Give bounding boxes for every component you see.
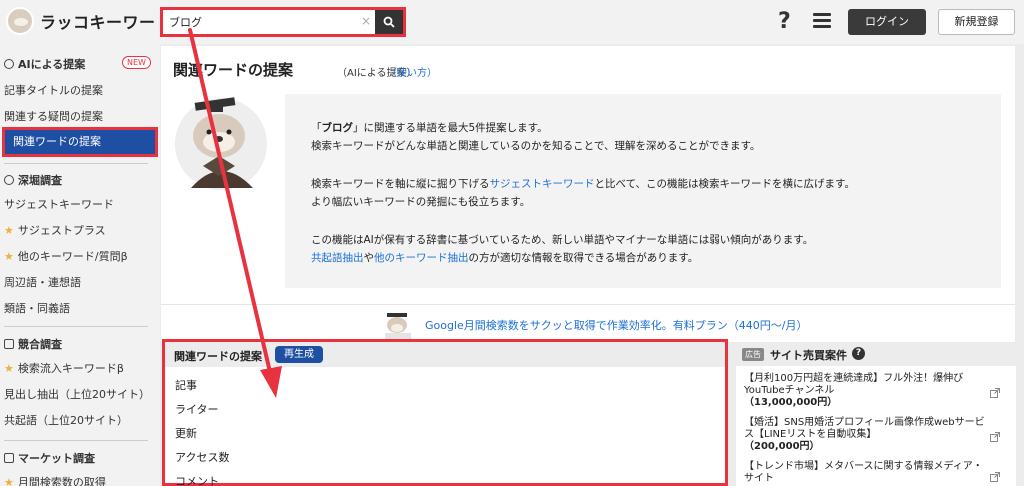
info-box: 「ブログ」に関連する単語を最大5件提案します。 検索キーワードがどんな単語と関連… [285, 94, 1001, 288]
sidebar-item-question-suggest[interactable]: 関連する疑問の提案 [4, 108, 103, 124]
promo-banner[interactable]: Google月間検索数をサクッと取得で作業効率化。有料プラン（440円〜/月） [161, 304, 1015, 342]
sidebar-section-competitor: 競合調査 [4, 336, 62, 352]
divider [4, 163, 148, 164]
sidebar-item-label: 他のキーワード/質問β [17, 250, 128, 263]
sidebar: AIによる提案 NEW 記事タイトルの提案 関連する疑問の提案 関連ワードの提案… [0, 44, 160, 486]
sale-item[interactable]: 【月利100万円超を連続達成】フル外注！爆伸びYouTubeチャンネル （13,… [744, 373, 990, 409]
related-word-item[interactable]: 記事 [175, 377, 197, 393]
main-card: 関連ワードの提案 （AIによる提案） （使い方） 「ブログ」に関連する単語を最大… [161, 46, 1015, 342]
external-link-icon[interactable] [990, 472, 1000, 482]
sidebar-section-market: マーケット調査 [4, 450, 95, 466]
regenerate-button[interactable]: 再生成 [275, 346, 323, 363]
site-sales-panel: 広告 サイト売買案件 ? 【月利100万円超を連続達成】フル外注！爆伸びYouT… [736, 342, 1016, 486]
ad-badge: 広告 [742, 348, 764, 361]
cooccurrence-link[interactable]: 共起語抽出 [311, 252, 364, 264]
sale-title: 【婚活】SNS用婚活プロフィール画像作成webサービス【LINEリストを自動収集… [744, 417, 985, 440]
search-input[interactable] [163, 10, 375, 34]
login-button[interactable]: ログイン [848, 9, 926, 35]
divider [4, 440, 148, 441]
info-line: 「ブログ」に関連する単語を最大5件提案します。 [311, 122, 548, 134]
sidebar-item-monthly-volume[interactable]: ★ 月間検索数の取得 [4, 474, 106, 486]
header: ラッコキーワード × ? ログイン 新規登録 [0, 0, 1024, 44]
magnifier-icon [4, 175, 14, 185]
section-label: 競合調査 [18, 338, 62, 351]
sidebar-item-suggest[interactable]: サジェストキーワード [4, 196, 114, 212]
otter-mascot-image [175, 97, 267, 190]
panel-header: 関連ワードの提案 再生成 [165, 342, 725, 367]
info-line: 共起語抽出や他のキーワード抽出の方が適切な情報を取得できる場合があります。 [311, 252, 699, 264]
keyword-text: ブログ [321, 122, 354, 134]
section-label: 深堀調査 [18, 174, 62, 187]
related-words-panel: 関連ワードの提案 再生成 記事 ライター 更新 アクセス数 コメント [162, 339, 728, 486]
related-word-item[interactable]: ライター [175, 401, 219, 417]
panel-title: 関連ワードの提案 [174, 350, 262, 363]
divider [4, 326, 148, 327]
robot-icon [4, 59, 14, 69]
suggest-keyword-link[interactable]: サジェストキーワード [490, 178, 595, 190]
page-title: 関連ワードの提案 [173, 61, 294, 79]
external-link-icon[interactable] [990, 388, 1000, 398]
site-logo[interactable]: ラッコキーワード [6, 6, 172, 36]
related-word-item[interactable]: 更新 [175, 425, 197, 441]
sale-item[interactable]: 【婚活】SNS用婚活プロフィール画像作成webサービス【LINEリストを自動収集… [744, 417, 990, 453]
info-line: 検索キーワードを軸に縦に掘り下げるサジェストキーワードと比べて、この機能は検索キ… [311, 178, 856, 190]
sidebar-section-ai: AIによる提案 [4, 56, 85, 72]
sidebar-item-title-suggest[interactable]: 記事タイトルの提案 [4, 82, 103, 98]
sidebar-item-suggest-plus[interactable]: ★ サジェストプラス [4, 222, 106, 238]
sidebar-item-associated[interactable]: 周辺語・連想語 [4, 274, 81, 290]
help-icon[interactable]: ? [778, 9, 791, 34]
hamburger-menu-icon[interactable] [813, 13, 831, 31]
star-icon: ★ [4, 361, 14, 375]
other-keyword-link[interactable]: 他のキーワード抽出 [374, 252, 469, 264]
logo-text: ラッコキーワード [40, 13, 173, 32]
sidebar-item-cooccurrence[interactable]: 共起語（上位20サイト） [4, 412, 128, 428]
otter-mascot-small-image [385, 313, 411, 339]
sidebar-item-related-words[interactable]: 関連ワードの提案 [2, 127, 158, 157]
sale-item[interactable]: 【トレンド市場】メタバースに関する情報メディア・サイト [744, 461, 990, 485]
info-line: この機能はAIが保有する辞書に基づいているため、新しい単語やマイナーな単語には弱… [311, 234, 814, 246]
sidebar-item-label: 検索流入キーワードβ [17, 362, 124, 375]
usage-link[interactable]: （使い方） [387, 64, 437, 79]
sale-price: （13,000,000円） [744, 397, 838, 408]
related-word-item[interactable]: アクセス数 [175, 449, 229, 465]
star-icon: ★ [4, 249, 14, 263]
new-badge: NEW [122, 56, 151, 69]
sidebar-item-synonyms[interactable]: 類語・同義語 [4, 300, 70, 316]
related-word-item[interactable]: コメント [175, 473, 219, 486]
sidebar-item-headings[interactable]: 見出し抽出（上位20サイト） [4, 386, 150, 402]
section-label: AIによる提案 [18, 58, 86, 71]
sidebar-item-other-keywords[interactable]: ★ 他のキーワード/質問β [4, 248, 128, 264]
panel-header: 広告 サイト売買案件 ? [736, 342, 1016, 366]
clear-icon[interactable]: × [361, 14, 371, 28]
sidebar-item-inflow-keywords[interactable]: ★ 検索流入キーワードβ [4, 360, 124, 376]
search-box: × [160, 7, 406, 37]
external-link-icon[interactable] [990, 432, 1000, 442]
chart-icon [4, 453, 14, 463]
sidebar-item-label: 月間検索数の取得 [17, 476, 106, 486]
info-line: より幅広いキーワードの発掘にも役立ちます。 [311, 196, 531, 208]
sidebar-section-deep: 深堀調査 [4, 172, 62, 188]
section-label: マーケット調査 [18, 452, 95, 465]
help-icon[interactable]: ? [852, 347, 865, 360]
sale-price: （200,000円） [744, 441, 820, 452]
search-button[interactable] [375, 10, 403, 34]
info-line: 検索キーワードがどんな単語と関連しているのかを知ることで、理解を深めることができ… [311, 140, 761, 152]
star-icon: ★ [4, 223, 14, 237]
sidebar-item-label: 関連ワードの提案 [5, 130, 155, 154]
bars-icon [4, 339, 14, 349]
sidebar-item-label: サジェストプラス [17, 224, 106, 237]
promo-link[interactable]: Google月間検索数をサクッと取得で作業効率化。有料プラン（440円〜/月） [425, 317, 808, 333]
register-button[interactable]: 新規登録 [938, 9, 1015, 35]
search-icon [383, 16, 395, 28]
star-icon: ★ [4, 475, 14, 486]
otter-logo-icon [6, 7, 34, 35]
sale-title: 【月利100万円超を連続達成】フル外注！爆伸びYouTubeチャンネル [744, 373, 964, 396]
sale-title: 【トレンド市場】メタバースに関する情報メディア・サイト [744, 461, 983, 484]
panel-title: サイト売買案件 [770, 349, 847, 362]
